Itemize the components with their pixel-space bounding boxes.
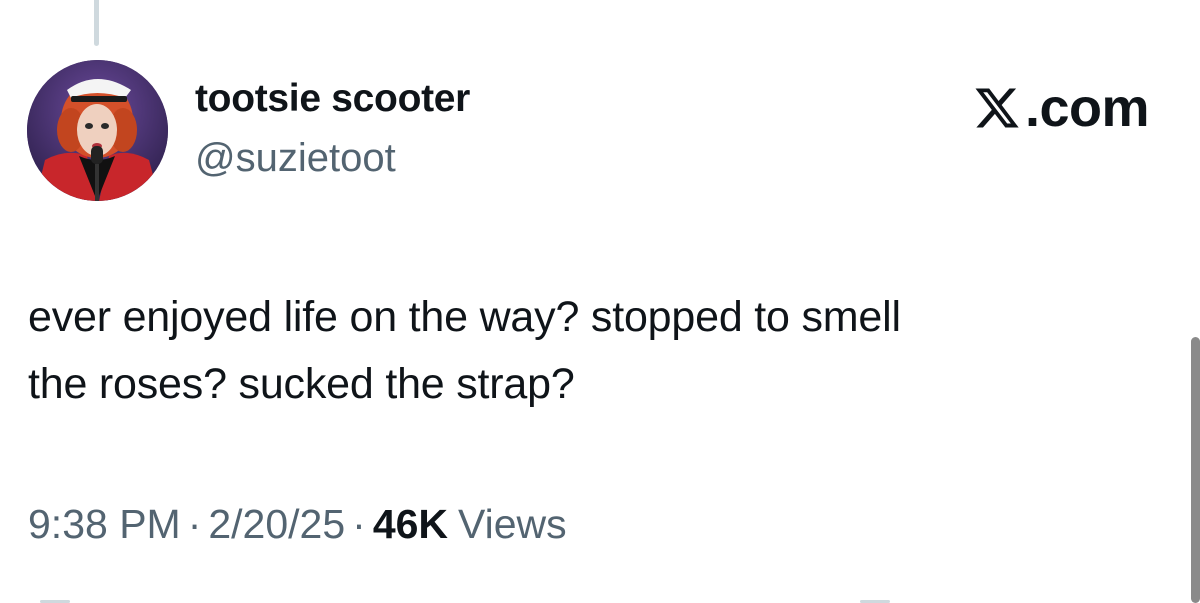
tweet-screenshot: tootsie scooter @suzietoot .com ever enj… (0, 0, 1200, 603)
author-handle[interactable]: @suzietoot (195, 134, 396, 182)
views-label: Views (458, 501, 567, 547)
meta-separator: · (352, 501, 366, 547)
meta-separator: · (187, 501, 202, 547)
avatar[interactable] (27, 60, 168, 201)
tweet-text: ever enjoyed life on the way? stopped to… (28, 293, 901, 408)
tweet-date[interactable]: 2/20/25 (208, 500, 345, 549)
x-com-brand: .com (971, 76, 1150, 140)
tweet-metadata: 9:38 PM · 2/20/25 · 46K Views (28, 500, 567, 549)
x-logo-icon (975, 88, 1019, 128)
thread-connector-line (94, 0, 99, 46)
tweet-time[interactable]: 9:38 PM (28, 500, 181, 549)
brand-domain-text: .com (1024, 78, 1150, 138)
author-display-name[interactable]: tootsie scooter (195, 76, 470, 123)
avatar-image (27, 60, 168, 201)
views-count: 46K (372, 501, 449, 547)
scrollbar-thumb[interactable] (1191, 337, 1200, 603)
